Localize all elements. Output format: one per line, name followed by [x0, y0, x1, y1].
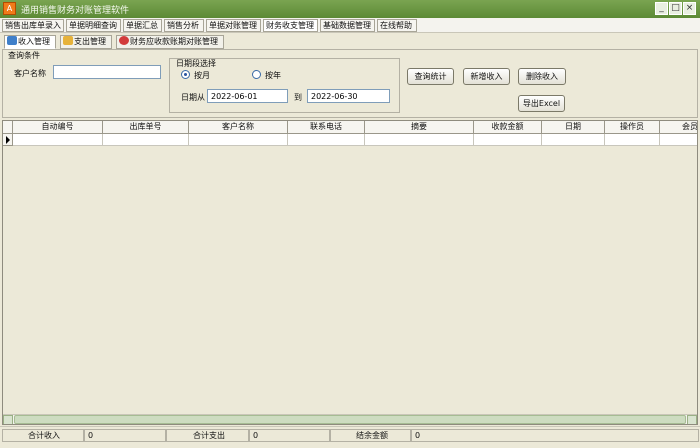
tab-finance[interactable]: 财务收支管理: [263, 19, 318, 32]
customer-input[interactable]: [53, 65, 161, 79]
date-from-label: 日期从: [181, 93, 205, 102]
col-date[interactable]: 日期: [542, 121, 605, 134]
main-tabs: 销售出库单录入 单据明细查询 单据汇总 销售分析 单据对账管理 财务收支管理 基…: [0, 18, 700, 33]
col-auto-id[interactable]: 自动编号: [13, 121, 103, 134]
date-range-group: 日期段选择 按月 按年 日期从 到: [169, 58, 400, 113]
income-icon: [7, 36, 17, 45]
add-income-button[interactable]: 新增收入: [463, 68, 510, 85]
maximize-button[interactable]: □: [669, 2, 682, 15]
table-cell[interactable]: [13, 134, 103, 146]
date-to-label: 到: [294, 93, 302, 102]
status-bar: 合计收入 0 合计支出 0 结余金额 0: [0, 426, 700, 448]
balance-value: 0: [411, 429, 699, 442]
query-panel: 查询条件 客户名称 日期段选择 按月 按年 日期从 到 查询统计 新增收入 删除…: [2, 49, 698, 118]
query-button[interactable]: 查询统计: [407, 68, 454, 85]
delete-income-button[interactable]: 删除收入: [518, 68, 566, 85]
receivable-icon: [119, 36, 129, 45]
col-out-no[interactable]: 出库单号: [103, 121, 189, 134]
subtab-expense-label: 支出管理: [74, 37, 106, 46]
expense-total-value: 0: [249, 429, 330, 442]
income-grid: 自动编号 出库单号 客户名称 联系电话 摘要 收款金额 日期 操作员 会员: [2, 120, 698, 425]
col-phone[interactable]: 联系电话: [288, 121, 365, 134]
col-customer[interactable]: 客户名称: [189, 121, 288, 134]
scroll-right-icon[interactable]: [687, 415, 697, 424]
date-group-label: 日期段选择: [176, 59, 216, 68]
col-summary[interactable]: 摘要: [365, 121, 474, 134]
tab-summary[interactable]: 单据汇总: [123, 19, 162, 32]
expense-total-label: 合计支出: [166, 429, 249, 442]
table-cell[interactable]: [288, 134, 365, 146]
close-button[interactable]: ×: [683, 2, 696, 15]
table-cell[interactable]: [660, 134, 697, 146]
by-month-radio[interactable]: [181, 70, 190, 79]
subtab-receivable-label: 财务应收款账期对账管理: [130, 37, 218, 46]
horizontal-scrollbar[interactable]: [3, 414, 697, 424]
table-cell[interactable]: [103, 134, 189, 146]
finance-subtabs: 收入管理 支出管理 财务应收款账期对账管理: [0, 34, 700, 49]
expense-icon: [63, 36, 73, 45]
subtab-income[interactable]: 收入管理: [4, 35, 56, 49]
tab-sales-out-entry[interactable]: 销售出库单录入: [2, 19, 64, 32]
col-amount[interactable]: 收款金额: [474, 121, 542, 134]
table-cell[interactable]: [365, 134, 474, 146]
title-bar: A 通用销售财务对账管理软件 _ □ ×: [0, 0, 700, 18]
customer-label: 客户名称: [14, 69, 46, 78]
col-member[interactable]: 会员: [660, 121, 697, 134]
date-from-input[interactable]: [207, 89, 288, 103]
tab-detail-query[interactable]: 单据明细查询: [66, 19, 121, 32]
by-year-label: 按年: [265, 71, 281, 80]
table-cell[interactable]: [605, 134, 660, 146]
date-to-input[interactable]: [307, 89, 390, 103]
export-excel-button[interactable]: 导出Excel: [518, 95, 565, 112]
table-cell[interactable]: [189, 134, 288, 146]
row-indicator[interactable]: [3, 134, 13, 146]
tab-reconciliation[interactable]: 单据对账管理: [206, 19, 261, 32]
tab-basic-data[interactable]: 基础数据管理: [320, 19, 375, 32]
income-total-label: 合计收入: [2, 429, 84, 442]
by-month-label: 按月: [194, 71, 210, 80]
subtab-income-label: 收入管理: [18, 37, 50, 46]
minimize-button[interactable]: _: [655, 2, 668, 15]
col-operator[interactable]: 操作员: [605, 121, 660, 134]
income-total-value: 0: [84, 429, 166, 442]
tab-online-help[interactable]: 在线帮助: [377, 19, 417, 32]
scroll-thumb[interactable]: [14, 415, 686, 424]
window-title: 通用销售财务对账管理软件: [21, 6, 130, 16]
scroll-left-icon[interactable]: [3, 415, 13, 424]
by-year-radio[interactable]: [252, 70, 261, 79]
subtab-receivable[interactable]: 财务应收款账期对账管理: [116, 35, 224, 49]
balance-label: 结余金额: [330, 429, 411, 442]
tab-sales-analysis[interactable]: 销售分析: [164, 19, 204, 32]
table-cell[interactable]: [474, 134, 542, 146]
subtab-expense[interactable]: 支出管理: [60, 35, 112, 49]
table-cell[interactable]: [542, 134, 605, 146]
grid-corner: [3, 121, 13, 134]
query-legend: 查询条件: [8, 51, 40, 60]
app-icon: A: [3, 2, 16, 15]
